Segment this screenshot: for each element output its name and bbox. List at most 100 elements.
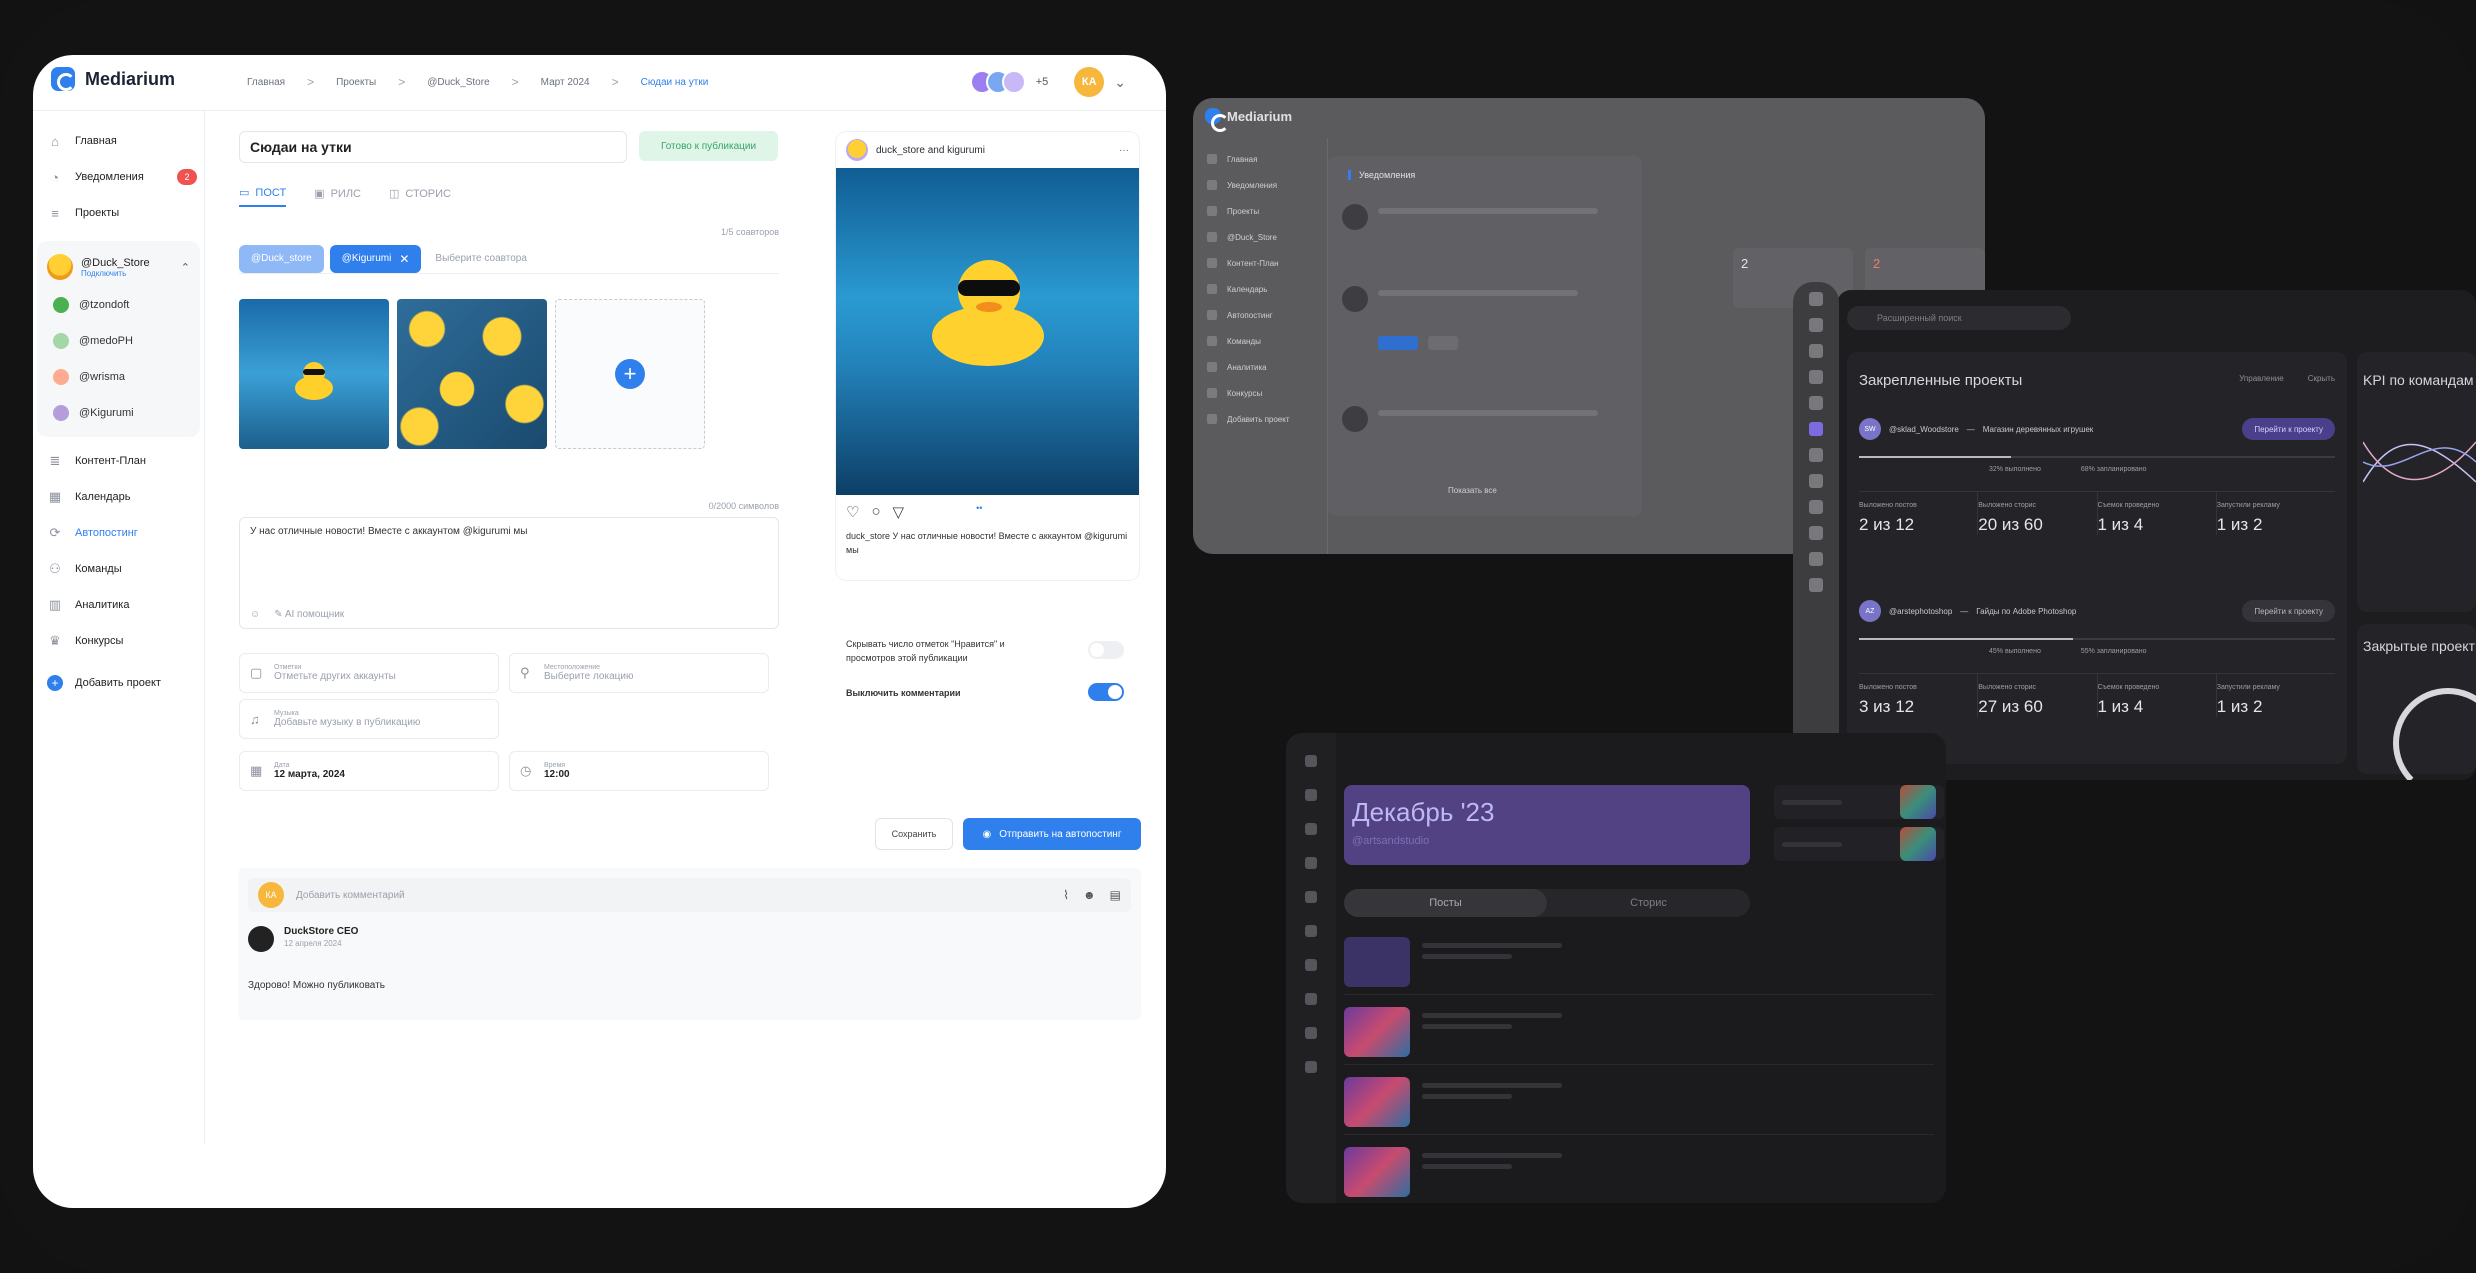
sidebar-item-label: Уведомления: [75, 171, 144, 183]
sidebar-item-list[interactable]: ≡ Проекты: [33, 195, 204, 231]
breadcrumb-month[interactable]: Март 2024: [541, 77, 590, 88]
tab-posts[interactable]: Посты: [1344, 889, 1547, 917]
show-all-link[interactable]: Показать все: [1448, 486, 1497, 495]
content-plan-icon[interactable]: [1809, 396, 1823, 410]
location-field[interactable]: ⚲ Местоположение Выберите локацию: [509, 653, 769, 693]
more-icon[interactable]: ···: [1119, 145, 1129, 156]
go-to-project-button[interactable]: Перейти к проекту: [2242, 418, 2335, 440]
breadcrumb-projects[interactable]: Проекты: [336, 77, 376, 88]
bell-icon[interactable]: [1809, 344, 1823, 358]
ghost-nav-item[interactable]: Аналитика: [1193, 354, 1327, 380]
add-project-button[interactable]: + Добавить проект: [33, 665, 204, 701]
account-chip[interactable]: @Kigurumi ✕: [329, 244, 422, 273]
metric: Выложено сторис 20 из 60: [1978, 492, 2098, 535]
ghost-nav-item[interactable]: Календарь: [1193, 276, 1327, 302]
post-text-area[interactable]: У нас отличные новости! Вместе с аккаунт…: [239, 517, 779, 629]
ghost-nav-item[interactable]: Главная: [1193, 146, 1327, 172]
ghost-nav-item[interactable]: Проекты: [1193, 198, 1327, 224]
edit-icon[interactable]: [1809, 448, 1823, 462]
content-type-tabs: ▭ ПОСТ ▣ РИЛС ◫ СТОРИС: [239, 186, 451, 207]
sidebar-item-bell[interactable]: ◔ Уведомления 2: [33, 159, 204, 195]
breadcrumb-home[interactable]: Главная: [247, 77, 285, 88]
comment-input[interactable]: КА Добавить комментарий ⌇ ☻ ▤: [248, 878, 1131, 912]
ai-helper-button[interactable]: ✎ AI помощник: [274, 609, 344, 620]
team-icon[interactable]: [1809, 500, 1823, 514]
comments-off-toggle[interactable]: [1088, 683, 1124, 701]
calendar-icon[interactable]: [1809, 474, 1823, 488]
ghost-nav-item[interactable]: Уведомления: [1193, 172, 1327, 198]
save-button[interactable]: Сохранить: [875, 818, 953, 850]
plan-row[interactable]: [1344, 999, 1934, 1065]
project-account-item[interactable]: @tzondoft: [37, 287, 200, 323]
sidebar-item-calendar[interactable]: ▦ Календарь: [33, 479, 204, 515]
manage-link[interactable]: Управление: [2239, 374, 2283, 383]
plan-row[interactable]: [1344, 929, 1934, 995]
ghost-nav-item[interactable]: Добавить проект: [1193, 406, 1327, 432]
media-thumbnail[interactable]: [397, 299, 547, 449]
metric-value: 1 из 4: [2097, 697, 2144, 716]
project-connect-link[interactable]: Подключить: [81, 269, 150, 278]
image-icon[interactable]: ▤: [1110, 888, 1121, 902]
ghost-nav-item[interactable]: Контент-План: [1193, 250, 1327, 276]
media-thumbnail[interactable]: [239, 299, 389, 449]
add-media-button[interactable]: +: [555, 299, 705, 449]
plan-row[interactable]: [1344, 1139, 1934, 1203]
sidebar-item-content-plan[interactable]: ≣ Контент-План: [33, 443, 204, 479]
comments-off-label: Выключить комментарии: [846, 688, 961, 698]
hide-likes-toggle[interactable]: [1088, 641, 1124, 659]
emoji-icon[interactable]: ☻: [1083, 888, 1096, 902]
account-chip[interactable]: @Duck_store: [239, 244, 324, 273]
date-field[interactable]: ▦ Дата 12 марта, 2024: [239, 751, 499, 791]
sidebar-item-trophy[interactable]: ♛ Конкурсы: [33, 623, 204, 659]
time-field[interactable]: ◷ Время 12:00: [509, 751, 769, 791]
avatar[interactable]: КА: [1074, 67, 1105, 97]
settings-icon[interactable]: [1809, 578, 1823, 592]
tab-stories[interactable]: ◫ СТОРИС: [389, 186, 451, 207]
music-icon: ♫: [250, 711, 260, 727]
plus-icon: +: [47, 675, 63, 691]
kpi-title: KPI по командам: [2363, 372, 2474, 388]
metric: Выложено постов 3 из 12: [1859, 674, 1979, 717]
tab-stories[interactable]: Сторис: [1547, 889, 1750, 917]
ghost-nav-item[interactable]: Команды: [1193, 328, 1327, 354]
sidebar-item-autopost[interactable]: ⟳ Автопостинг: [33, 515, 204, 551]
project-metrics: Выложено постов 3 из 12 Выложено сторис 27 …: [1859, 673, 2335, 717]
top-bar: Mediarium Главная > Проекты > @Duck_Store >…: [33, 55, 1166, 111]
menu-icon[interactable]: [1809, 292, 1823, 306]
music-field[interactable]: ♫ Музыка Добавьте музыку в публикацию: [239, 699, 499, 739]
ghost-nav-item[interactable]: Автопостинг: [1193, 302, 1327, 328]
ghost-nav-item[interactable]: Конкурсы: [1193, 380, 1327, 406]
folder-icon[interactable]: [1809, 370, 1823, 384]
trophy-icon[interactable]: [1809, 526, 1823, 540]
account-avatar: [53, 333, 69, 349]
close-icon[interactable]: ✕: [399, 252, 409, 266]
plan-row[interactable]: [1344, 1069, 1934, 1135]
tab-reels[interactable]: ▣ РИЛС: [314, 186, 361, 207]
send-autopost-button[interactable]: ◉ Отправить на автопостинг: [963, 818, 1141, 850]
project-header[interactable]: @Duck_Store Подключить ⌃: [37, 247, 200, 287]
tag-accounts-field[interactable]: ▢ Отметки Отметьте других аккаунты: [239, 653, 499, 693]
coauthors-field[interactable]: @Duck_store @Kigurumi ✕ Выберите соавтора: [239, 244, 779, 274]
chevron-down-icon[interactable]: ⌄: [1114, 74, 1126, 91]
ghost-nav-item[interactable]: @Duck_Store: [1193, 224, 1327, 250]
dashboard-search[interactable]: Расширенный поиск: [1847, 306, 2071, 330]
sidebar-item-team[interactable]: ⚇ Команды: [33, 551, 204, 587]
team-avatars[interactable]: [969, 70, 1026, 94]
attach-icon[interactable]: ⌇: [1063, 888, 1069, 902]
emoji-icon[interactable]: ☺: [250, 609, 260, 620]
chevron-up-icon[interactable]: ⌃: [181, 261, 190, 274]
go-to-project-button[interactable]: Перейти к проекту: [2242, 600, 2335, 622]
tab-post[interactable]: ▭ ПОСТ: [239, 186, 287, 207]
project-account-item[interactable]: @Kigurumi: [37, 395, 200, 431]
project-account-item[interactable]: @wrisma: [37, 359, 200, 395]
sidebar-item-home[interactable]: ⌂ Главная: [33, 123, 204, 159]
home-icon[interactable]: [1809, 318, 1823, 332]
logo[interactable]: Mediarium: [51, 67, 175, 91]
breadcrumb-project[interactable]: @Duck_Store: [427, 77, 489, 88]
post-title-input[interactable]: Сюдаи на утки: [239, 131, 627, 163]
sidebar-item-analytics[interactable]: ▥ Аналитика: [33, 587, 204, 623]
project-account-item[interactable]: @medoPH: [37, 323, 200, 359]
autopost-icon[interactable]: [1809, 422, 1823, 436]
help-icon[interactable]: [1809, 552, 1823, 566]
hide-link[interactable]: Скрыть: [2308, 374, 2335, 383]
